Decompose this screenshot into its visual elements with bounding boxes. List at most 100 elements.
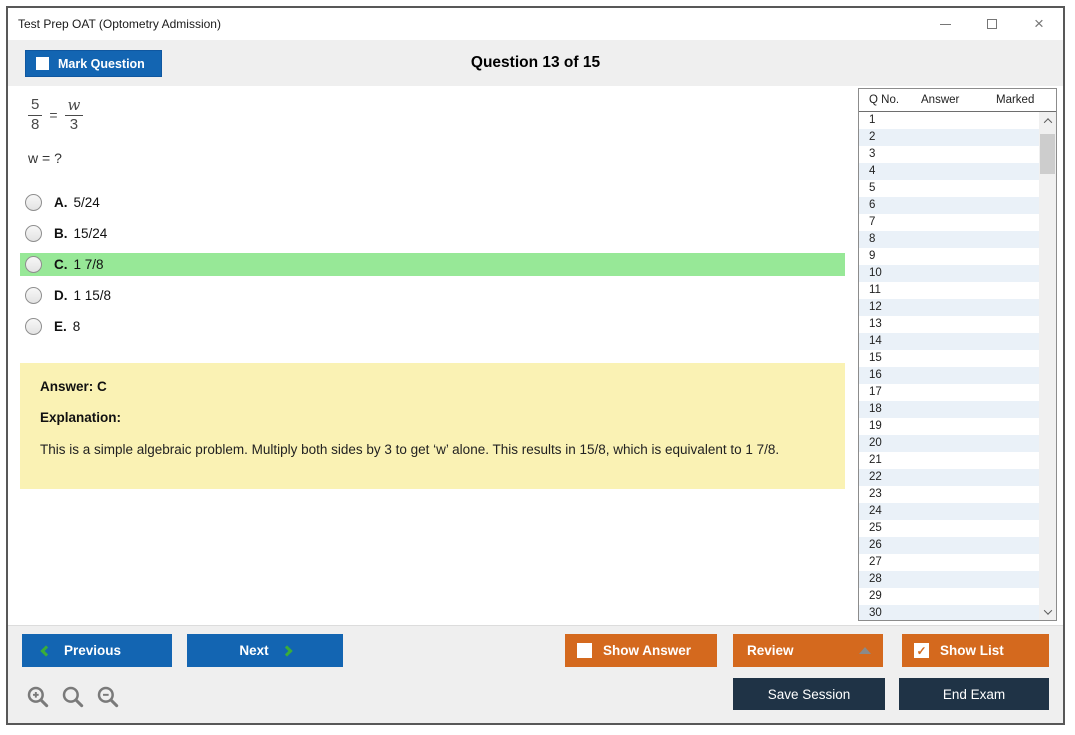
question-list-row[interactable]: 23 xyxy=(859,486,1039,503)
question-list-row[interactable]: 20 xyxy=(859,435,1039,452)
window-title: Test Prep OAT (Optometry Admission) xyxy=(18,17,221,31)
option-text: 1 7/8 xyxy=(74,257,104,272)
question-list-row[interactable]: 29 xyxy=(859,588,1039,605)
column-header-qno: Q No. xyxy=(869,94,921,106)
explanation-text: This is a simple algebraic problem. Mult… xyxy=(40,441,825,459)
question-counter: Question 13 of 15 xyxy=(8,40,1063,86)
rhs-numerator: w xyxy=(65,96,84,115)
question-list-row[interactable]: 17 xyxy=(859,384,1039,401)
options-list: A.5/24 B. 15/24 C. 1 7/8 D.1 15/8 E.8 xyxy=(20,191,845,346)
question-list-row[interactable]: 18 xyxy=(859,401,1039,418)
radio-button[interactable] xyxy=(25,194,42,211)
show-answer-label: Show Answer xyxy=(603,643,691,658)
question-list-row[interactable]: 16 xyxy=(859,367,1039,384)
scrollbar-thumb[interactable] xyxy=(1040,134,1055,174)
navigator-header: Q No. Answer Marked xyxy=(859,89,1056,112)
question-list-row[interactable]: 25 xyxy=(859,520,1039,537)
question-list-row[interactable]: 12 xyxy=(859,299,1039,316)
zoom-in-icon[interactable] xyxy=(25,684,51,710)
question-list-row[interactable]: 30 xyxy=(859,605,1039,620)
save-session-button[interactable]: Save Session xyxy=(733,678,885,710)
question-list-row[interactable]: 24 xyxy=(859,503,1039,520)
explanation-label: Explanation: xyxy=(40,410,825,425)
fraction-rhs: w 3 xyxy=(65,96,84,135)
question-list-row[interactable]: 11 xyxy=(859,282,1039,299)
option-letter: E. xyxy=(54,319,67,334)
column-header-marked: Marked xyxy=(996,94,1034,106)
header-bar: Question 13 of 15 Mark Question xyxy=(8,40,1063,86)
caret-up-icon xyxy=(859,647,871,654)
question-list-row[interactable]: 9 xyxy=(859,248,1039,265)
maximize-button[interactable] xyxy=(984,16,1000,32)
zoom-controls xyxy=(25,684,121,710)
option-D[interactable]: D.1 15/8 xyxy=(20,284,845,307)
footer-bar: Previous Next Show Answer Review ✓ Show … xyxy=(8,625,1063,723)
radio-button[interactable] xyxy=(25,287,42,304)
option-B[interactable]: B. 15/24 xyxy=(20,222,845,245)
radio-button[interactable] xyxy=(25,256,42,273)
question-list-row[interactable]: 19 xyxy=(859,418,1039,435)
option-letter: C. xyxy=(54,257,68,272)
question-list-row[interactable]: 2 xyxy=(859,129,1039,146)
show-list-button[interactable]: ✓ Show List xyxy=(902,634,1049,667)
zoom-out-icon[interactable] xyxy=(95,684,121,710)
question-list-row[interactable]: 4 xyxy=(859,163,1039,180)
scroll-down-button[interactable] xyxy=(1039,603,1056,620)
rhs-denominator: 3 xyxy=(67,116,81,135)
mark-question-label: Mark Question xyxy=(58,57,145,71)
radio-button[interactable] xyxy=(25,318,42,335)
question-list-row[interactable]: 5 xyxy=(859,180,1039,197)
question-list: 1234567891011121314151617181920212223242… xyxy=(859,112,1039,620)
minimize-button[interactable] xyxy=(937,16,953,32)
fraction-lhs: 5 8 xyxy=(28,96,42,135)
previous-button[interactable]: Previous xyxy=(22,634,172,667)
answer-line: Answer: C xyxy=(40,379,825,394)
question-list-row[interactable]: 8 xyxy=(859,231,1039,248)
mark-question-button[interactable]: Mark Question xyxy=(25,50,162,77)
review-button[interactable]: Review xyxy=(733,634,883,667)
chevron-up-icon xyxy=(1043,118,1051,126)
close-button[interactable]: × xyxy=(1031,16,1047,32)
option-E[interactable]: E.8 xyxy=(20,315,845,338)
option-letter: D. xyxy=(54,288,68,303)
lhs-denominator: 8 xyxy=(28,116,42,135)
scroll-up-button[interactable] xyxy=(1039,112,1056,129)
chevron-down-icon xyxy=(1043,606,1051,614)
option-C[interactable]: C. 1 7/8 xyxy=(20,253,845,276)
question-list-row[interactable]: 10 xyxy=(859,265,1039,282)
option-text: 15/24 xyxy=(74,226,108,241)
question-list-row[interactable]: 1 xyxy=(859,112,1039,129)
show-answer-checkbox-icon[interactable] xyxy=(577,643,592,658)
option-A[interactable]: A.5/24 xyxy=(20,191,845,214)
question-list-row[interactable]: 27 xyxy=(859,554,1039,571)
next-button[interactable]: Next xyxy=(187,634,343,667)
radio-button[interactable] xyxy=(25,225,42,242)
screen: { "window": { "title": "Test Prep OAT (O… xyxy=(0,0,1075,735)
question-list-row[interactable]: 15 xyxy=(859,350,1039,367)
question-list-row[interactable]: 6 xyxy=(859,197,1039,214)
close-icon: × xyxy=(1034,16,1044,32)
save-session-label: Save Session xyxy=(768,687,851,702)
question-list-row[interactable]: 3 xyxy=(859,146,1039,163)
end-exam-button[interactable]: End Exam xyxy=(899,678,1049,710)
maximize-icon xyxy=(987,19,997,29)
question-list-row[interactable]: 22 xyxy=(859,469,1039,486)
question-list-row[interactable]: 14 xyxy=(859,333,1039,350)
question-list-row[interactable]: 28 xyxy=(859,571,1039,588)
show-answer-button[interactable]: Show Answer xyxy=(565,634,717,667)
zoom-reset-icon[interactable] xyxy=(60,684,86,710)
previous-label: Previous xyxy=(64,643,121,658)
question-list-row[interactable]: 13 xyxy=(859,316,1039,333)
option-text: 5/24 xyxy=(74,195,100,210)
option-letter: B. xyxy=(54,226,68,241)
question-list-row[interactable]: 26 xyxy=(859,537,1039,554)
chevron-left-icon xyxy=(40,645,51,656)
question-list-row[interactable]: 21 xyxy=(859,452,1039,469)
column-header-answer: Answer xyxy=(921,94,996,106)
navigator-scrollbar[interactable] xyxy=(1039,112,1056,620)
show-list-checkbox-icon[interactable]: ✓ xyxy=(914,643,929,658)
show-list-label: Show List xyxy=(940,643,1004,658)
review-label: Review xyxy=(747,643,794,658)
question-list-row[interactable]: 7 xyxy=(859,214,1039,231)
mark-question-checkbox-icon[interactable] xyxy=(36,57,49,70)
